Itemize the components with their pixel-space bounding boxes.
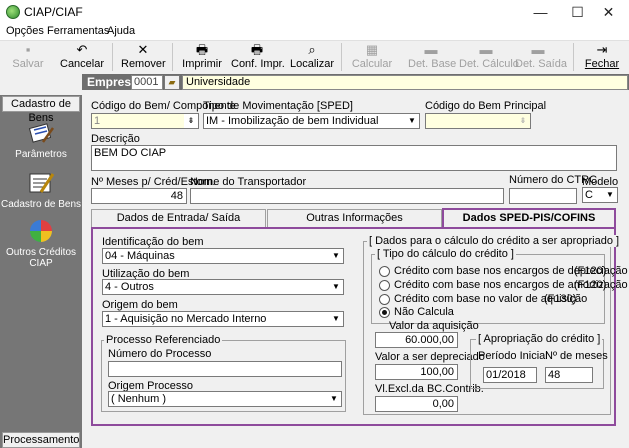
- chevron-down-icon[interactable]: ▼: [603, 188, 617, 202]
- apropriacao-group-title: [ Apropriação do crédito ]: [476, 333, 603, 345]
- det-base-button[interactable]: ▬ Det. Base: [408, 41, 456, 73]
- vl-excl-field[interactable]: 0,00: [375, 396, 458, 412]
- empresa-code-field[interactable]: 0001: [131, 75, 163, 90]
- tipo-calc-group-title: [ Tipo do cálculo do crédito ]: [375, 248, 516, 260]
- chevron-down-icon[interactable]: ▼: [329, 249, 343, 263]
- radio-valor-aquisicao[interactable]: Crédito com base no valor de aquisição (…: [379, 293, 604, 306]
- parameters-icon: [28, 123, 55, 143]
- car-icon: ▬: [531, 42, 545, 57]
- close-button[interactable]: ✕: [586, 0, 629, 24]
- num-meses-label: Nº de meses: [545, 350, 608, 362]
- chevron-down-icon[interactable]: ▼: [329, 280, 343, 294]
- remove-icon: ✕: [137, 42, 149, 57]
- radio-amortizacao[interactable]: Crédito com base nos encargos de amortiz…: [379, 279, 628, 292]
- car-icon: ▬: [424, 42, 438, 57]
- sidebar-item-parametros[interactable]: Parâmetros: [0, 120, 82, 160]
- descricao-label: Descrição: [91, 133, 140, 145]
- radio-circle[interactable]: [379, 294, 390, 305]
- periodo-inicial-field[interactable]: 01/2018: [483, 367, 537, 383]
- codigo-principal-label: Código do Bem Principal: [425, 100, 547, 112]
- valor-aquisicao-field[interactable]: 60.000,00: [375, 332, 458, 348]
- num-meses-field[interactable]: 48: [545, 367, 593, 383]
- menu-opcoes[interactable]: Opções: [6, 25, 44, 37]
- calculate-button[interactable]: ▦ Calcular: [350, 41, 394, 73]
- utilizacao-select[interactable]: 4 - Outros ▼: [102, 279, 344, 295]
- valor-aquisicao-label: Valor da aquisição: [389, 320, 479, 332]
- processo-group-title: Processo Referenciado: [104, 334, 223, 346]
- remove-button[interactable]: ✕ Remover: [121, 41, 166, 73]
- periodo-inicial-label: Período Inicial: [478, 350, 548, 362]
- identificacao-label: Identificação do bem: [102, 236, 204, 248]
- search-icon: ⌕: [308, 42, 316, 57]
- close-form-button[interactable]: ⇥ Fechar: [582, 41, 622, 73]
- spin-down-icon[interactable]: ⇟: [184, 114, 198, 128]
- sidebar-item-outros-creditos[interactable]: Outros Créditos CIAP: [0, 218, 82, 269]
- car-icon: ▬: [479, 42, 493, 57]
- numero-processo-field[interactable]: [108, 361, 342, 377]
- sidebar-header[interactable]: Cadastro de Bens: [2, 96, 80, 124]
- tab-outras-informacoes[interactable]: Outras Informações: [267, 209, 442, 227]
- valor-depreciado-field[interactable]: 100,00: [375, 364, 458, 380]
- transportador-field[interactable]: [190, 188, 504, 204]
- calculator-icon: ▦: [365, 42, 379, 57]
- origem-label: Origem do bem: [102, 299, 178, 311]
- folder-open-icon[interactable]: ▰: [164, 75, 180, 90]
- det-saida-button[interactable]: ▬ Det. Saída: [515, 41, 567, 73]
- vl-excl-label: Vl.Excl.da BC.Contrib.: [375, 383, 484, 395]
- toolbar-separator: [172, 43, 173, 71]
- tipo-mov-label: Tipo de Movimentação [SPED]: [203, 100, 353, 112]
- exit-door-icon: ⇥: [596, 42, 608, 57]
- modelo-select[interactable]: C ▼: [582, 187, 618, 203]
- toolbar-separator: [112, 43, 113, 71]
- det-calculo-button[interactable]: ▬ Det. Cálculo: [459, 41, 519, 73]
- other-credits-icon: [30, 220, 52, 242]
- origem-processo-select[interactable]: ( Nenhum ) ▼: [108, 391, 342, 407]
- app-icon: [6, 5, 20, 19]
- codigo-field[interactable]: 1 ⇟: [91, 113, 199, 129]
- radio-circle[interactable]: [379, 280, 390, 291]
- meses-field[interactable]: 48: [91, 188, 187, 204]
- ctrc-field[interactable]: [509, 188, 577, 204]
- radio-circle-selected[interactable]: [379, 307, 390, 318]
- calc-group-title: [ Dados para o cálculo do crédito a ser …: [367, 235, 622, 247]
- numero-processo-label: Número do Processo: [108, 348, 212, 360]
- transportador-label: Nome do Transportador: [190, 176, 307, 188]
- descricao-field[interactable]: BEM DO CIAP: [91, 145, 617, 171]
- print-button[interactable]: 🖶 Imprimir: [180, 41, 224, 73]
- toolbar-separator: [573, 43, 574, 71]
- tipo-mov-select[interactable]: IM - Imobilização de bem Individual ▼: [203, 113, 420, 129]
- printer-icon: 🖶: [195, 42, 209, 57]
- radio-circle[interactable]: [379, 266, 390, 277]
- toolbar-separator: [341, 43, 342, 71]
- cancel-button[interactable]: ↶ Cancelar: [60, 41, 104, 73]
- radio-depreciacao[interactable]: Crédito com base nos encargos de depreci…: [379, 265, 628, 278]
- save-icon: ▪: [25, 42, 31, 57]
- asset-register-icon: [29, 173, 55, 193]
- spin-down-icon[interactable]: ⇟: [516, 114, 530, 128]
- print-config-button[interactable]: 🖶 Conf. Impr.: [231, 41, 285, 73]
- empresa-name-field: Universidade: [182, 75, 628, 90]
- chevron-down-icon[interactable]: ▼: [329, 312, 343, 326]
- valor-depreciado-label: Valor a ser depreciado: [375, 351, 485, 363]
- origem-select[interactable]: 1 - Aquisição no Mercado Interno ▼: [102, 311, 344, 327]
- chevron-down-icon[interactable]: ▼: [327, 392, 341, 406]
- tab-dados-sped[interactable]: Dados SPED-PIS/COFINS: [442, 208, 616, 228]
- codigo-principal-field[interactable]: ⇟: [425, 113, 531, 129]
- print-config-icon: 🖶: [250, 42, 264, 57]
- menu-ferramentas[interactable]: Ferramentas: [47, 25, 109, 37]
- tab-dados-entrada-saida[interactable]: Dados de Entrada/ Saída: [91, 209, 266, 227]
- menu-ajuda[interactable]: Ajuda: [107, 25, 135, 37]
- window-title: CIAP/CIAF: [24, 5, 83, 19]
- sidebar-item-cadastro-bens[interactable]: Cadastro de Bens: [0, 170, 82, 210]
- sidebar-footer[interactable]: Processamento: [2, 432, 80, 448]
- save-button[interactable]: ▪ Salvar: [8, 41, 48, 73]
- chevron-down-icon[interactable]: ▼: [405, 114, 419, 128]
- undo-icon: ↶: [76, 42, 88, 57]
- identificacao-select[interactable]: 04 - Máquinas ▼: [102, 248, 344, 264]
- radio-nao-calcula[interactable]: Não Calcula: [379, 306, 604, 319]
- search-button[interactable]: ⌕ Localizar: [290, 41, 334, 73]
